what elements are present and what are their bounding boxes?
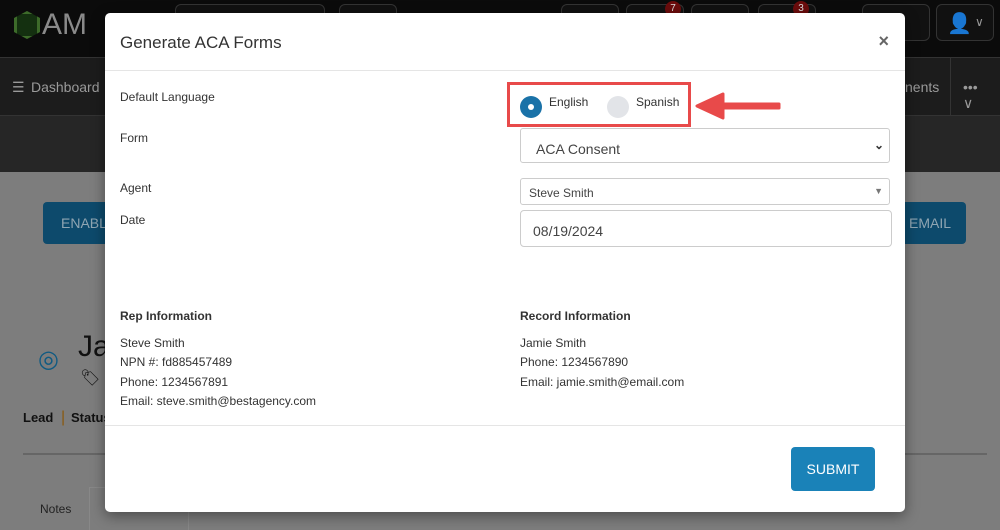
form-select[interactable]: ACA Consent ⌄ — [520, 128, 890, 163]
dropdown-arrow-icon: ▼ — [874, 186, 883, 196]
rep-email: Email: steve.smith@bestagency.com — [120, 394, 317, 408]
rep-phone: Phone: 1234567891 — [120, 374, 229, 389]
radio-spanish[interactable] — [607, 96, 629, 118]
nav-dashboard[interactable]: Dashboard — [31, 79, 100, 95]
tag-icon: 🏷 — [80, 370, 101, 387]
divider: | — [61, 409, 66, 426]
more-menu[interactable]: ••• ∨ — [950, 58, 1000, 116]
rep-information: Rep Information Steve Smith NPN #: fd885… — [120, 307, 316, 412]
date-input[interactable]: 08/19/2024 — [520, 210, 892, 247]
rep-npn: NPN #: fd885457489 — [120, 355, 233, 369]
chevron-down-icon: ∨ — [975, 15, 984, 29]
agent-value: Steve Smith — [529, 186, 594, 200]
arrow-icon — [695, 92, 781, 120]
default-language-label: Default Language — [120, 90, 215, 104]
record-email: Email: jamie.smith@email.com — [520, 374, 685, 389]
fingerprint-icon: ◎ — [38, 346, 59, 373]
modal-title: Generate ACA Forms — [120, 33, 282, 52]
record-heading: Record Information — [520, 309, 631, 323]
nav-item[interactable]: nents — [905, 79, 939, 95]
user-menu[interactable]: 👤 ∨ — [936, 4, 994, 41]
submit-button[interactable]: SUBMIT — [791, 447, 875, 491]
logo-hex-icon — [14, 11, 40, 39]
form-label: Form — [120, 131, 148, 145]
rep-name: Steve Smith — [120, 335, 185, 350]
modal-header: Generate ACA Forms × — [105, 13, 905, 71]
agent-label: Agent — [120, 181, 152, 195]
radio-english[interactable] — [520, 96, 542, 118]
modal-footer-divider — [105, 425, 905, 426]
record-information: Record Information Jamie Smith Phone: 12… — [520, 307, 684, 392]
date-value: 08/19/2024 — [533, 223, 604, 239]
form-value: ACA Consent — [536, 141, 621, 157]
chevron-down-icon: ⌄ — [873, 138, 884, 152]
tab-notes[interactable]: Notes — [40, 502, 71, 516]
logo-text: AM — [42, 8, 87, 41]
logo: AM — [14, 8, 87, 42]
agent-select[interactable]: Steve Smith ▼ — [520, 178, 890, 205]
rep-heading: Rep Information — [120, 309, 212, 323]
english-label: English — [549, 95, 589, 109]
user-icon: 👤 — [947, 13, 972, 35]
record-name-text: Jamie Smith — [520, 335, 587, 350]
date-label: Date — [120, 213, 146, 227]
generate-aca-forms-modal: Generate ACA Forms × Default Language En… — [105, 13, 905, 512]
record-phone: Phone: 1234567890 — [520, 355, 629, 369]
spanish-label: Spanish — [636, 95, 680, 109]
lead-label: Lead — [23, 410, 54, 425]
dashboard-icon: ☰ — [12, 79, 25, 95]
close-icon[interactable]: × — [878, 31, 889, 52]
